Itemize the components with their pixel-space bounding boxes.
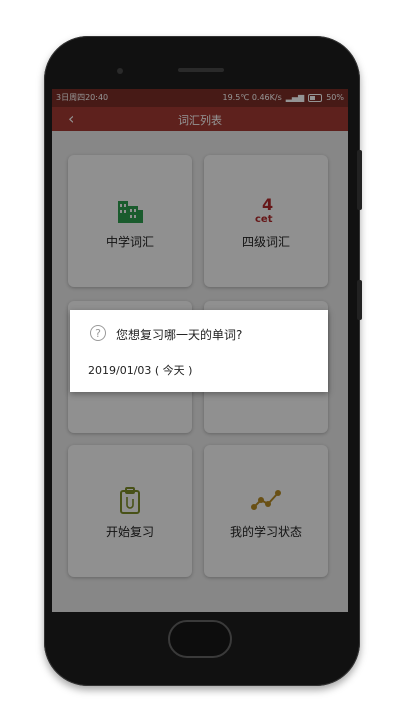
question-icon: ?	[90, 325, 106, 341]
home-button[interactable]	[168, 620, 232, 658]
date-option-today[interactable]: 2019/01/03 ( 今天 )	[88, 362, 192, 378]
power-button	[357, 280, 362, 320]
dialog-message: 您想复习哪一天的单词?	[116, 328, 243, 342]
volume-button	[357, 150, 362, 210]
front-camera	[117, 68, 123, 74]
earpiece-speaker	[178, 68, 224, 72]
review-date-dialog: ? 您想复习哪一天的单词? 2019/01/03 ( 今天 )	[70, 310, 328, 392]
